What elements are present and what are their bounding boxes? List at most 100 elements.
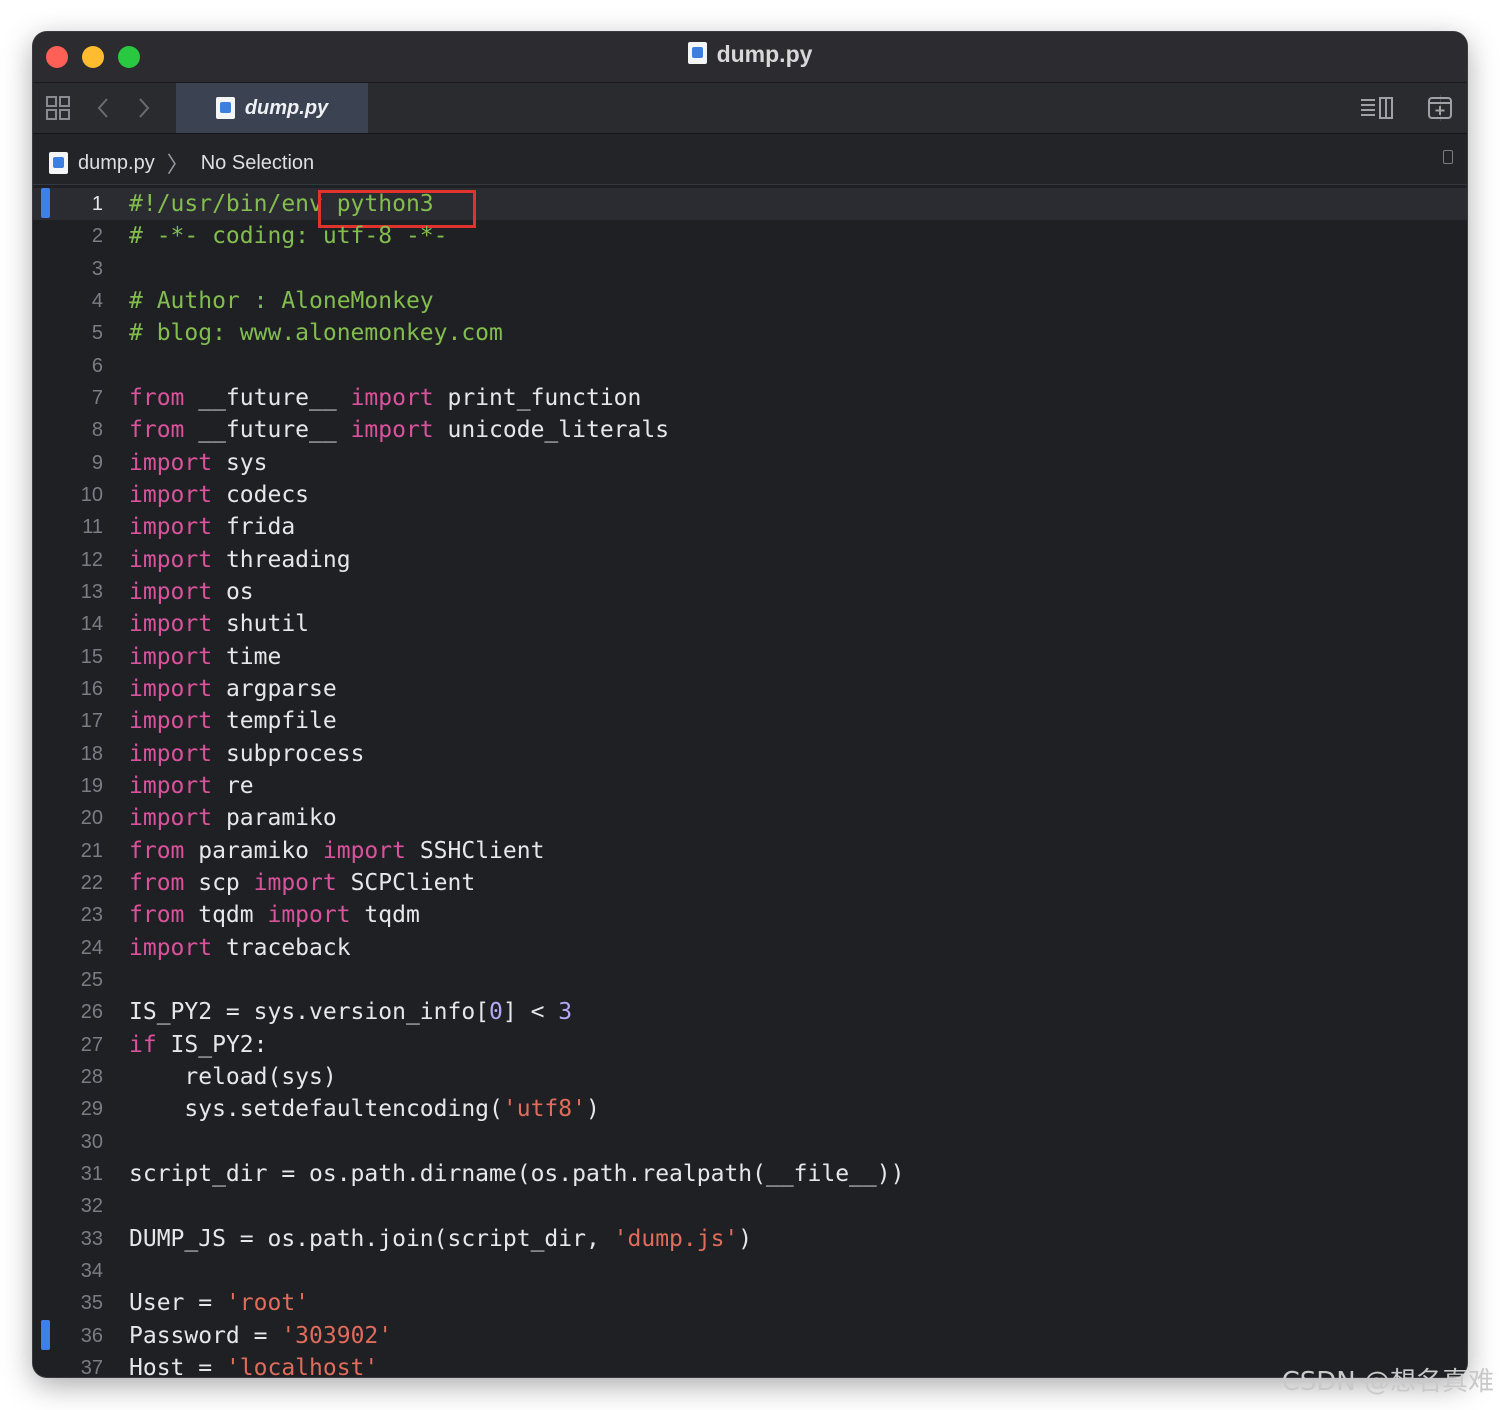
line-code: IS_PY2 = sys.version_info[0] < 3 [129, 999, 573, 1026]
code-line[interactable]: 10 import codecs [33, 479, 1467, 511]
code-line[interactable]: 26 IS_PY2 = sys.version_info[0] < 3 [33, 996, 1467, 1028]
code-line[interactable]: 13 import os [33, 576, 1467, 608]
jump-bar: dump.py 〉 No Selection [33, 134, 1467, 185]
code-line[interactable]: 21 from paramiko import SSHClient [33, 835, 1467, 867]
code-line[interactable]: 3 [33, 253, 1467, 285]
code-line[interactable]: 31 script_dir = os.path.dirname(os.path.r… [33, 1158, 1467, 1190]
line-number: 22 [80, 871, 103, 894]
code-line[interactable]: 17 import tempfile [33, 705, 1467, 737]
grid-icon[interactable] [45, 95, 71, 127]
code-line[interactable]: 6 [33, 350, 1467, 382]
code-line[interactable]: 29 sys.setdefaultencoding('utf8') [33, 1093, 1467, 1125]
line-number: 26 [80, 1001, 103, 1024]
code-line[interactable]: 12 import threading [33, 544, 1467, 576]
line-number: 31 [80, 1162, 103, 1185]
code-line[interactable]: 24 import traceback [33, 932, 1467, 964]
line-code: from scp import SCPClient [129, 869, 476, 896]
line-code: reload(sys) [129, 1063, 337, 1090]
code-line[interactable]: 15 import time [33, 641, 1467, 673]
line-number: 1 [91, 193, 103, 215]
editor-options-icon[interactable] [1359, 95, 1395, 127]
code-line[interactable]: 33 DUMP_JS = os.path.join(script_dir, 'du… [33, 1223, 1467, 1255]
code-line[interactable]: 32 [33, 1190, 1467, 1222]
code-line[interactable]: 1 #!/usr/bin/env python3 [33, 188, 1467, 228]
code-line[interactable]: 20 import paramiko [33, 802, 1467, 834]
line-code: # -*- coding: utf-8 -*- [129, 223, 448, 250]
code-line[interactable]: 8 from __future__ import unicode_literals [33, 414, 1467, 446]
line-code: from tqdm import tqdm [129, 902, 420, 929]
code-line[interactable]: 7 from __future__ import print_function [33, 382, 1467, 414]
window-title-text: dump.py [716, 41, 813, 67]
line-number: 33 [80, 1227, 103, 1250]
code-line[interactable]: 14 import shutil [33, 608, 1467, 640]
code-line[interactable]: 19 import re [33, 770, 1467, 802]
line-number: 5 [91, 322, 103, 345]
tab-bar: dump.py [33, 83, 1467, 134]
line-number: 8 [91, 419, 103, 442]
code-line[interactable]: 18 import subprocess [33, 738, 1467, 770]
code-line[interactable]: 9 import sys [33, 447, 1467, 479]
line-number: 27 [80, 1033, 103, 1056]
line-code: import subprocess [129, 740, 365, 767]
code-line[interactable]: 23 from tqdm import tqdm [33, 899, 1467, 931]
line-number: 36 [80, 1324, 103, 1347]
code-line[interactable]: 35 User = 'root' [33, 1287, 1467, 1319]
line-number: 11 [82, 516, 103, 539]
line-number: 24 [80, 936, 103, 959]
lock-icon[interactable] [1443, 150, 1453, 164]
line-code: import os [129, 578, 254, 605]
line-number: 7 [91, 386, 103, 409]
code-line[interactable]: 22 from scp import SCPClient [33, 867, 1467, 899]
code-line[interactable]: 5 # blog: www.alonemonkey.com [33, 317, 1467, 349]
line-number: 16 [80, 677, 103, 700]
line-code: from __future__ import print_function [129, 384, 642, 411]
line-code: # Author : AloneMonkey [129, 287, 434, 314]
code-line[interactable]: 25 [33, 964, 1467, 996]
code-line[interactable]: 11 import frida [33, 511, 1467, 543]
line-number: 17 [80, 710, 103, 733]
code-line[interactable]: 36 Password = '303902' [33, 1319, 1467, 1352]
breadcrumb-selection[interactable]: No Selection [201, 152, 314, 175]
line-code: from __future__ import unicode_literals [129, 417, 670, 444]
line-code: import traceback [129, 934, 351, 961]
code-line[interactable]: 30 [33, 1126, 1467, 1158]
add-editor-icon[interactable] [1427, 95, 1453, 127]
line-code: Password = '303902' [129, 1322, 393, 1349]
tab-label: dump.py [244, 96, 329, 119]
line-number: 14 [80, 613, 103, 636]
tab-dump-py[interactable]: dump.py [176, 83, 368, 133]
code-line[interactable]: 28 reload(sys) [33, 1061, 1467, 1093]
line-number: 35 [80, 1292, 103, 1315]
line-code: # blog: www.alonemonkey.com [129, 320, 503, 347]
line-code: import re [129, 772, 254, 799]
line-code: import tempfile [129, 708, 337, 735]
code-line[interactable]: 34 [33, 1255, 1467, 1287]
breadcrumb-file[interactable]: dump.py [78, 152, 155, 175]
code-line[interactable]: 37 Host = 'localhost' [33, 1352, 1467, 1377]
line-number: 4 [91, 289, 103, 312]
code-line[interactable]: 4 # Author : AloneMonkey [33, 285, 1467, 317]
line-code: script_dir = os.path.dirname(os.path.rea… [129, 1160, 905, 1187]
line-code: import frida [129, 514, 296, 541]
line-code: import paramiko [129, 805, 337, 832]
code-line[interactable]: 16 import argparse [33, 673, 1467, 705]
line-code: import codecs [129, 481, 310, 508]
change-indicator [41, 1319, 50, 1350]
title-bar: dump.py [33, 32, 1467, 83]
line-code: Host = 'localhost' [129, 1354, 379, 1377]
line-number: 19 [80, 774, 103, 797]
line-number: 28 [80, 1065, 103, 1088]
line-number: 23 [80, 904, 103, 927]
line-code: import shutil [129, 611, 310, 638]
editor-window: dump.py dump.py dump.py 〉 No Selection 1… [33, 32, 1467, 1377]
code-line[interactable]: 2 # -*- coding: utf-8 -*- [33, 220, 1467, 252]
line-number: 3 [91, 257, 103, 280]
code-line[interactable]: 27 if IS_PY2: [33, 1029, 1467, 1061]
code-editor[interactable]: 1 #!/usr/bin/env python3 2 # -*- coding: ut… [33, 185, 1467, 1377]
chevron-right-icon: 〉 [166, 152, 189, 177]
chevron-right-icon[interactable] [136, 95, 152, 127]
line-code: from paramiko import SSHClient [129, 837, 545, 864]
line-number: 9 [91, 451, 103, 474]
line-number: 29 [80, 1098, 103, 1121]
chevron-left-icon[interactable] [95, 95, 111, 127]
